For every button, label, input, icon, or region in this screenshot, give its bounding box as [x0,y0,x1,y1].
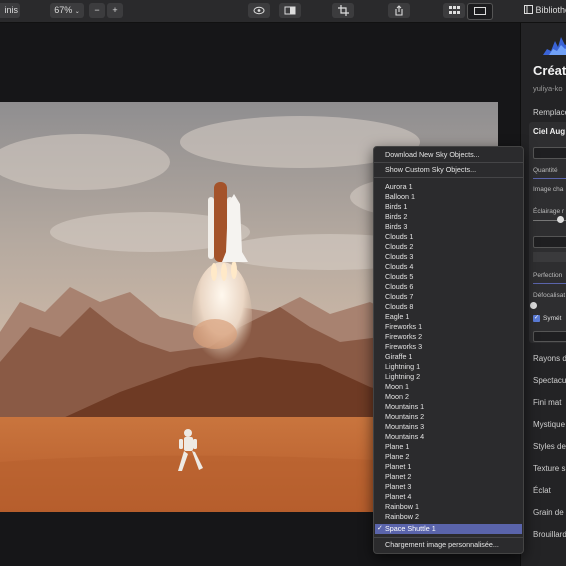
sidebar-item-3[interactable]: Mystique [533,420,565,429]
menu-item[interactable]: Mountains 4 [385,432,424,442]
menu-item[interactable]: Planet 1 [385,462,411,472]
sidebar-item-6[interactable]: Éclat [533,486,551,495]
menu-item[interactable]: Plane 1 [385,442,409,452]
grid-icon [448,6,460,14]
lighting-label: Éclairage r [533,208,565,215]
defocus-label: Défocalisat [533,292,566,299]
histogram-icon [543,37,566,55]
chevron-down-icon: ⌄ [74,9,80,15]
zoom-out-label: − [94,5,100,15]
image-label: Image cha [533,186,564,193]
menu-item[interactable]: Clouds 1 [385,232,413,242]
sky-object-select[interactable] [533,147,566,159]
menu-item[interactable]: Planet 4 [385,492,411,502]
menu-item[interactable]: Planet 3 [385,482,411,492]
compare-button[interactable] [279,3,301,18]
sidebar-item-0[interactable]: Rayons d [533,354,566,363]
option-select-2[interactable] [533,331,566,342]
menu-item-selected[interactable]: Space Shuttle 1 [385,524,436,534]
zoom-in-label: + [112,5,118,15]
defocus-slider-thumb[interactable] [530,302,537,309]
menu-item[interactable]: Giraffe 1 [385,352,412,362]
menu-item[interactable]: Clouds 5 [385,272,413,282]
menu-item[interactable]: Mountains 3 [385,422,424,432]
menu-item[interactable]: Clouds 4 [385,262,413,272]
panel-title[interactable]: Ciel Aug [533,127,565,136]
sidebar-item-8[interactable]: Brouillard [533,530,566,539]
right-sidebar: Créat yuliya-ko Remplace Ciel Aug Quanti… [520,23,566,566]
menu-item-download[interactable]: Download New Sky Objects... [385,150,480,160]
menu-item[interactable]: Rainbow 1 [385,502,419,512]
symmetry-label: Symét [543,315,562,322]
augmented-sky-panel: Ciel Aug Quantité Image cha Éclairage r … [529,122,566,343]
sky-object-dropdown-menu: Download New Sky Objects... Show Custom … [373,146,524,554]
menu-item[interactable]: Fireworks 3 [385,342,422,352]
menu-item[interactable]: Clouds 2 [385,242,413,252]
sidebar-item-1[interactable]: Spectacu [533,376,566,385]
replace-sky-section[interactable]: Remplace [533,108,566,117]
top-toolbar: inis 67% ⌄ − + Bibliothè [0,0,566,23]
quantity-slider[interactable] [533,178,566,179]
quantity-label: Quantité [533,167,558,174]
menu-item-show-custom[interactable]: Show Custom Sky Objects... [385,165,476,175]
perfection-slider[interactable] [533,283,566,284]
sidebar-item-7[interactable]: Grain de [533,508,564,517]
lighting-slider-thumb[interactable] [557,216,564,223]
menu-item[interactable]: Lightning 2 [385,372,420,382]
menu-item[interactable]: Fireworks 1 [385,322,422,332]
menu-item[interactable]: Clouds 6 [385,282,413,292]
menu-item[interactable]: Balloon 1 [385,192,415,202]
menu-separator [374,162,523,163]
checkmark-icon: ✓ [377,525,383,532]
sidebar-item-5[interactable]: Texture s [533,464,565,473]
menu-item[interactable]: Birds 2 [385,212,407,222]
split-view-icon [284,6,296,15]
menu-item[interactable]: Moon 1 [385,382,409,392]
eye-icon [253,6,265,15]
share-icon [395,5,403,16]
zoom-in-button[interactable]: + [107,3,123,18]
menu-item[interactable]: Plane 2 [385,452,409,462]
back-button[interactable]: inis [0,3,20,18]
sidebar-item-4[interactable]: Styles de [533,442,566,451]
menu-separator [374,537,523,538]
share-button[interactable] [388,3,410,18]
menu-item[interactable]: Lightning 1 [385,362,420,372]
library-label: Bibliothè [535,5,566,15]
menu-item[interactable]: Clouds 8 [385,302,413,312]
menu-item[interactable]: Mountains 1 [385,402,424,412]
menu-item[interactable]: Aurora 1 [385,182,413,192]
divider [533,252,566,262]
menu-item[interactable]: Clouds 7 [385,292,413,302]
menu-item[interactable]: Clouds 3 [385,252,413,262]
preset-author: yuliya-ko [533,84,563,93]
perfection-label: Perfection [533,272,563,279]
single-view-button[interactable] [467,3,493,20]
crop-icon [337,5,349,16]
menu-item[interactable]: Moon 2 [385,392,409,402]
menu-item[interactable]: Fireworks 2 [385,332,422,342]
zoom-out-button[interactable]: − [89,3,105,18]
option-select[interactable] [533,236,566,248]
sidebar-item-2[interactable]: Fini mat [533,398,561,407]
menu-item[interactable]: Birds 1 [385,202,407,212]
menu-item[interactable]: Rainbow 2 [385,512,419,522]
preview-eye-button[interactable] [248,3,270,18]
back-label: inis [4,5,18,15]
zoom-value: 67% [54,5,73,15]
single-image-icon [474,7,486,15]
menu-item[interactable]: Mountains 2 [385,412,424,422]
preset-title: Créat [533,63,566,78]
library-icon [524,5,533,14]
zoom-dropdown[interactable]: 67% ⌄ [50,3,84,18]
menu-item[interactable]: Eagle 1 [385,312,409,322]
menu-separator [374,177,523,178]
menu-item-load-custom[interactable]: Chargement image personnalisée... [385,540,499,550]
symmetry-checkbox[interactable]: ✓ [533,315,540,322]
menu-item[interactable]: Planet 2 [385,472,411,482]
library-button[interactable]: Bibliothè [520,3,566,18]
grid-view-button[interactable] [443,3,465,18]
menu-item[interactable]: Birds 3 [385,222,407,232]
crop-button[interactable] [332,3,354,18]
